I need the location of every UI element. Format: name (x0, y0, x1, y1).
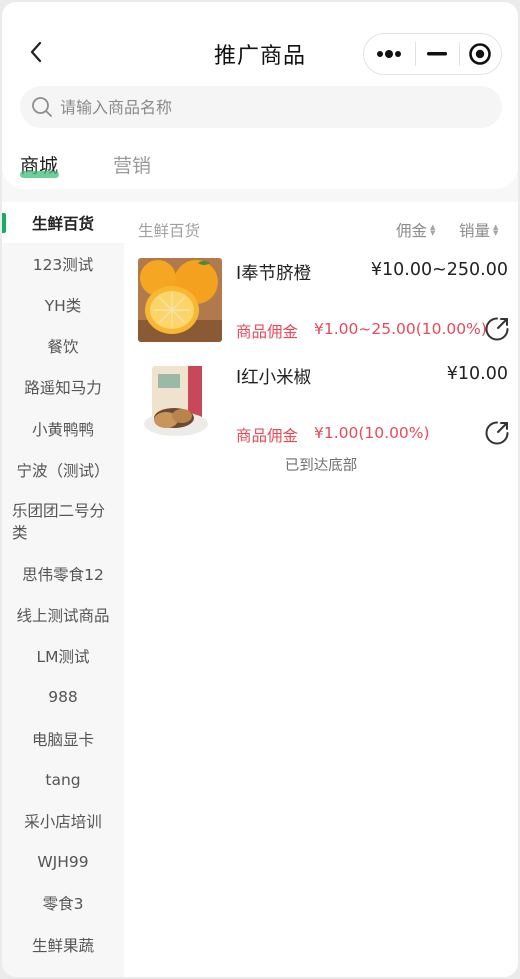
tab-marketing[interactable]: 营销 (113, 151, 151, 178)
product-price: ¥10.00~250.00 (370, 260, 508, 280)
app-frame: 推广商品 请输入商品名称 商城 营销 生鲜百货 123测试 YH类 餐饮 路遥知… (2, 2, 518, 977)
end-of-list-text: 已到达底部 (284, 458, 358, 474)
product-list-panel: 生鲜百货 佣金 ▲ ▼ 销量 ▲ ▼ I奉节脐橙 ¥10.00~250.00 商… (124, 202, 518, 977)
search-input[interactable] (60, 97, 460, 117)
share-button[interactable] (484, 316, 510, 342)
sidebar-item[interactable]: 线上测试商品 (2, 595, 124, 636)
header: 推广商品 请输入商品名称 商城 营销 (2, 2, 518, 189)
product-name: I红小米椒 (236, 368, 312, 388)
sort-commission-button[interactable]: 佣金 ▲ ▼ (396, 219, 435, 241)
commission-value: ¥1.00~25.00(10.00%) (314, 320, 487, 338)
sidebar-item[interactable]: 零食3 (2, 883, 124, 924)
sidebar-item[interactable]: 乐团团二号分类 (2, 490, 124, 553)
sidebar-item[interactable]: 小黄鸭鸭 (2, 408, 124, 449)
commission-label: 商品佣金 (236, 323, 299, 341)
share-icon (485, 317, 509, 341)
sort-arrows-icon: ▲ ▼ (430, 223, 436, 237)
more-button[interactable] (364, 34, 415, 74)
product-item[interactable]: I奉节脐橙 ¥10.00~250.00 商品佣金 ¥1.00~25.00(10.… (138, 258, 510, 344)
category-title: 生鲜百货 (138, 222, 201, 240)
sort-sales-label: 销量 (459, 222, 491, 240)
more-dots-icon (377, 50, 402, 58)
category-sidebar: 生鲜百货 123测试 YH类 餐饮 路遥知马力 小黄鸭鸭 宁波（测试） 乐团团二… (2, 202, 124, 977)
tab-active-indicator (20, 171, 59, 178)
commission-label: 商品佣金 (236, 427, 299, 445)
product-price: ¥10.00 (446, 364, 508, 384)
search-icon (30, 95, 54, 119)
sidebar-item[interactable]: YH类 (2, 284, 124, 325)
close-miniprogram-button[interactable] (460, 34, 501, 74)
share-button[interactable] (484, 420, 510, 446)
sidebar-item-fresh-groceries[interactable]: 生鲜百货 (2, 202, 124, 244)
sidebar-item[interactable]: 123测试 (2, 243, 124, 284)
sidebar-item[interactable]: LM测试 (2, 636, 124, 677)
sort-arrows-icon: ▲ ▼ (493, 223, 499, 237)
sidebar-item[interactable]: WJH99 (2, 842, 124, 883)
sidebar-item[interactable]: 路遥知马力 (2, 367, 124, 408)
commission-value: ¥1.00(10.00%) (314, 424, 430, 442)
sidebar-item[interactable]: 思伟零食12 (2, 553, 124, 594)
product-item[interactable]: I红小米椒 ¥10.00 商品佣金 ¥1.00(10.00%) (138, 362, 510, 448)
minus-icon (427, 52, 448, 56)
mini-program-capsule (363, 33, 502, 75)
sidebar-item[interactable]: 餐饮 (2, 326, 124, 367)
minimize-button[interactable] (416, 34, 459, 74)
sort-sales-button[interactable]: 销量 ▲ ▼ (459, 219, 498, 241)
product-image-snack (138, 362, 222, 446)
sort-commission-label: 佣金 (396, 222, 428, 240)
sidebar-item[interactable]: 电脑显卡 (2, 718, 124, 759)
product-image-orange (138, 258, 222, 342)
search-bar[interactable] (20, 86, 502, 128)
sidebar-item[interactable]: 988 (2, 677, 124, 718)
sidebar-item[interactable]: 采小店培训 (2, 800, 124, 841)
sidebar-item[interactable]: 宁波（测试） (2, 449, 124, 490)
target-circle-icon (469, 43, 492, 65)
sidebar-item[interactable]: tang (2, 759, 124, 800)
product-name: I奉节脐橙 (236, 264, 312, 284)
share-icon (485, 421, 509, 445)
sidebar-item[interactable]: 生鲜果蔬 (2, 924, 124, 965)
